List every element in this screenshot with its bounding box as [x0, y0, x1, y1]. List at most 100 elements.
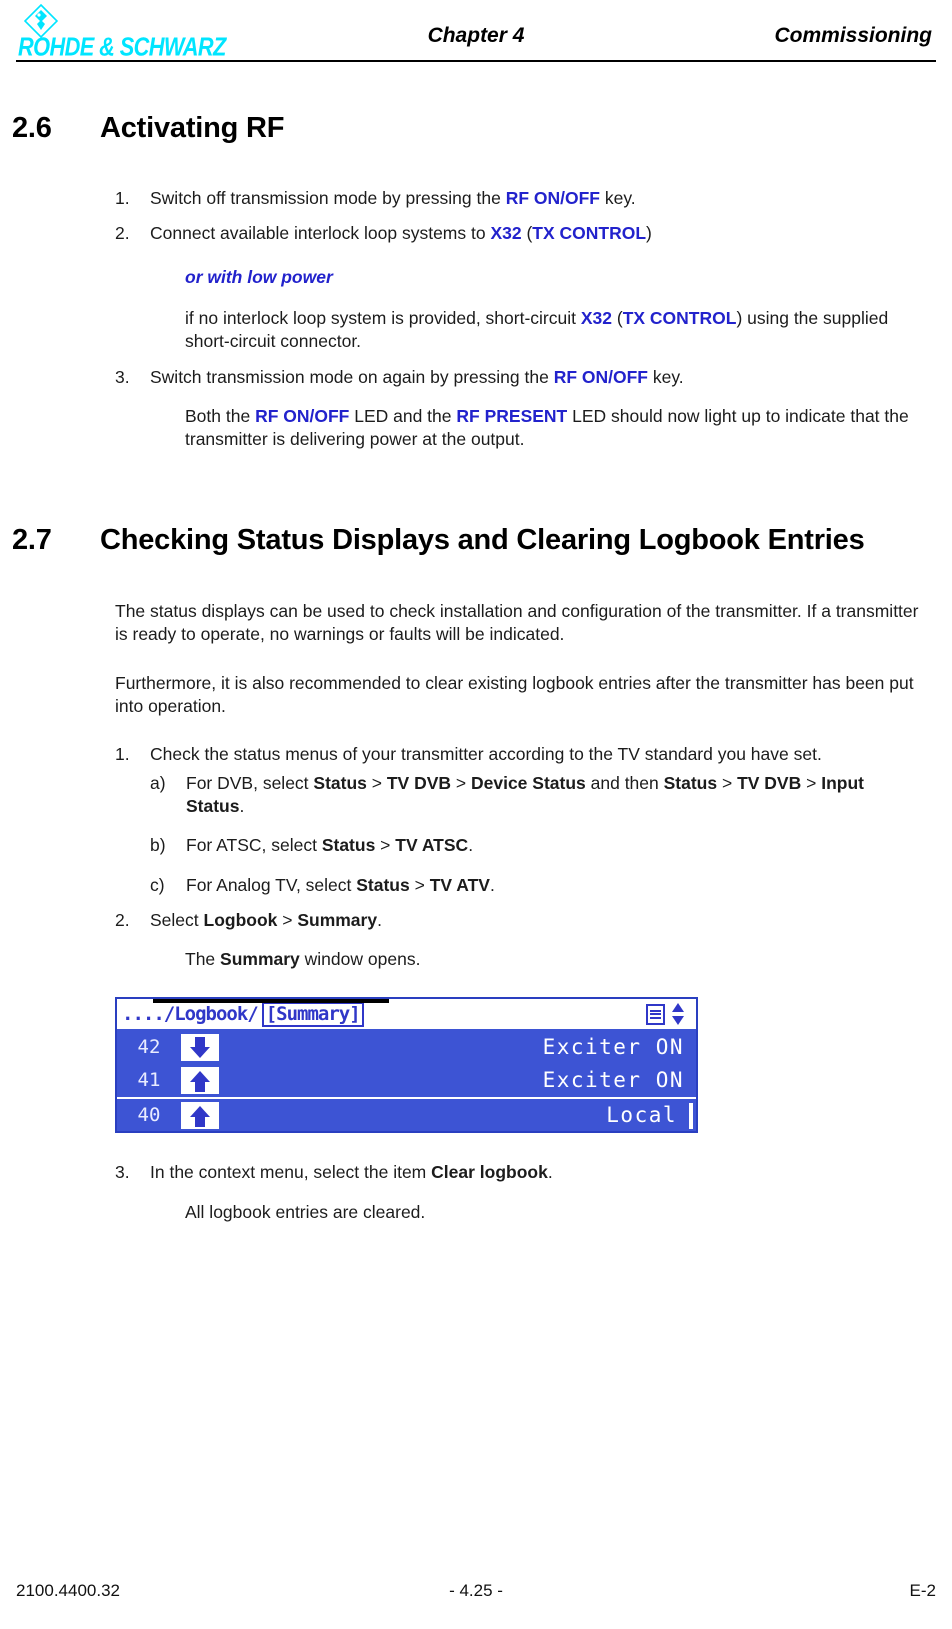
procedure-list-2-6: 1. Switch off transmission mode by press…	[115, 187, 920, 451]
key-label-rf-onoff: RF ON/OFF	[553, 366, 648, 387]
procedure-list-2-7-continued: 3. In the context menu, select the item …	[115, 1161, 920, 1224]
step-text-part: >	[717, 772, 738, 793]
entry-text: Exciter ON	[542, 1068, 684, 1093]
logbook-lcd-screen: ..../Logbook/ [Summary] 42 Exciter ON 41…	[115, 997, 698, 1134]
led-note: Both the RF ON/OFF LED and the RF PRESEN…	[185, 405, 920, 452]
lcd-tab-summary[interactable]: [Summary]	[261, 1001, 364, 1027]
up-down-arrows-icon[interactable]	[668, 1003, 688, 1026]
menu-path-tv-atv: TV ATV	[429, 874, 490, 895]
menu-path-status: Status	[321, 835, 376, 856]
document-page: ROHDE & SCHWARZ Chapter 4 Commissioning …	[0, 0, 952, 1629]
heading-title: Activating RF	[100, 112, 285, 144]
menu-path-tv-dvb: TV DVB	[386, 772, 452, 793]
led-label-rf-onoff: RF ON/OFF	[255, 405, 350, 426]
intro-paragraph-2: Furthermore, it is also recommended to c…	[115, 673, 914, 717]
entry-text: Exciter ON	[542, 1035, 684, 1060]
list-item: 1. Check the status menus of your transm…	[115, 743, 920, 897]
table-row[interactable]: 41 Exciter ON	[117, 1064, 696, 1097]
table-row[interactable]: 42 Exciter ON	[117, 1031, 696, 1064]
arrow-down-icon	[181, 1034, 219, 1062]
step-text-part: >	[801, 772, 822, 793]
menu-item-clear-logbook: Clear logbook	[431, 1162, 548, 1183]
step-text-part: >	[451, 772, 471, 793]
clear-logbook-note: All logbook entries are cleared.	[185, 1201, 426, 1222]
menu-path-logbook: Logbook	[203, 909, 278, 930]
list-marker: 2.	[115, 909, 130, 930]
step-text-part: Switch off transmission mode by pressing…	[150, 188, 506, 209]
list-marker: a)	[150, 772, 166, 793]
step-text-part: )	[646, 223, 652, 244]
step-text-part: In the context menu, select the item	[150, 1162, 432, 1183]
step-text-part: Select	[150, 909, 204, 930]
list-marker: b)	[150, 835, 166, 856]
list-icon[interactable]	[646, 1003, 665, 1025]
note-text-part: if no interlock loop system is provided,…	[185, 308, 581, 329]
page-header: ROHDE & SCHWARZ Chapter 4 Commissioning	[0, 0, 952, 64]
step-text-part: For DVB, select	[186, 772, 314, 793]
step-text-part: key.	[647, 366, 684, 387]
step-text-part: >	[277, 909, 298, 930]
heading-number: 2.6	[12, 112, 52, 144]
menu-path-status: Status	[356, 874, 410, 895]
sub-procedure-list: a) For DVB, select Status > TV DVB > Dev…	[150, 772, 920, 897]
section-2-6-body: 1. Switch off transmission mode by press…	[115, 187, 920, 451]
section-2-7-body: The status displays can be used to check…	[115, 600, 920, 1224]
lcd-entry-rows: 42 Exciter ON 41 Exciter ON 40 Local	[117, 1031, 696, 1131]
step-text-part: .	[547, 1162, 553, 1183]
step-text-part: (	[521, 223, 533, 244]
step-text-part: >	[409, 874, 430, 895]
footer-page-number: - 4.25 -	[449, 1581, 503, 1600]
entry-text: Local	[606, 1103, 677, 1128]
summary-window-note: The Summary window opens.	[185, 948, 920, 971]
step-text: In the context menu, select the item Cle…	[150, 1162, 553, 1182]
note-text-part: LED and the	[349, 405, 457, 426]
list-item: b) For ATSC, select Status > TV ATSC.	[150, 834, 920, 857]
step-text: Switch off transmission mode by pressing…	[150, 188, 636, 208]
logbook-summary-figure: ..../Logbook/ [Summary] 42 Exciter ON 41…	[115, 997, 700, 1134]
step-text-part: For Analog TV, select	[186, 874, 357, 895]
connector-label-x32: X32	[490, 223, 522, 244]
connector-label-tx-control: TX CONTROL	[532, 223, 647, 244]
list-item: 2. Connect available interlock loop syst…	[115, 222, 920, 353]
step-text: Select Logbook > Summary.	[150, 910, 382, 930]
lcd-breadcrumb[interactable]: ..../Logbook/	[117, 1002, 259, 1027]
step-text-part: .	[489, 874, 495, 895]
list-marker: 1.	[115, 188, 130, 209]
step-text-part: >	[366, 772, 387, 793]
key-label-rf-onoff: RF ON/OFF	[505, 188, 600, 209]
list-item: 3. In the context menu, select the item …	[115, 1161, 920, 1224]
step-text: For ATSC, select Status > TV ATSC.	[186, 835, 473, 855]
led-label-rf-present: RF PRESENT	[456, 405, 568, 426]
lcd-top-notch	[153, 999, 389, 1004]
list-item: 3. Switch transmission mode on again by …	[115, 366, 920, 452]
list-marker: 3.	[115, 366, 130, 387]
arrow-up-icon	[181, 1102, 219, 1130]
menu-path-device-status: Device Status	[470, 772, 586, 793]
heading-2-6: 2.6 Activating RF	[0, 111, 952, 145]
header-divider	[16, 60, 936, 62]
step-text: Connect available interlock loop systems…	[150, 223, 652, 243]
header-section-title: Commissioning	[774, 24, 932, 47]
list-marker: c)	[150, 874, 165, 895]
step-text-part: key.	[599, 188, 636, 209]
list-marker: 1.	[115, 743, 130, 764]
list-marker: 3.	[115, 1162, 130, 1183]
menu-path-summary: Summary	[297, 909, 378, 930]
step-text: For DVB, select Status > TV DVB > Device…	[186, 773, 864, 816]
entry-index: 41	[137, 1069, 161, 1092]
list-marker: 2.	[115, 223, 130, 244]
page-content: 2.6 Activating RF 1. Switch off transmis…	[0, 64, 952, 1236]
step-text: Check the status menus of your transmitt…	[150, 743, 822, 764]
step-text: Switch transmission mode on again by pre…	[150, 367, 684, 387]
page-footer: 2100.4400.32 - 4.25 - E-2	[0, 1581, 952, 1611]
step-text-part: .	[468, 835, 474, 856]
table-row[interactable]: 40 Local	[117, 1097, 696, 1131]
step-text: For Analog TV, select Status > TV ATV.	[186, 875, 495, 895]
arrow-up-icon	[181, 1067, 219, 1095]
note-text-part: Both the	[185, 405, 256, 426]
menu-path-tv-atsc: TV ATSC	[395, 835, 469, 856]
list-item: c) For Analog TV, select Status > TV ATV…	[150, 874, 920, 897]
lcd-cursor	[689, 1102, 693, 1129]
lcd-title-bar: ..../Logbook/ [Summary]	[117, 999, 696, 1032]
step-text-part: and then	[585, 772, 664, 793]
